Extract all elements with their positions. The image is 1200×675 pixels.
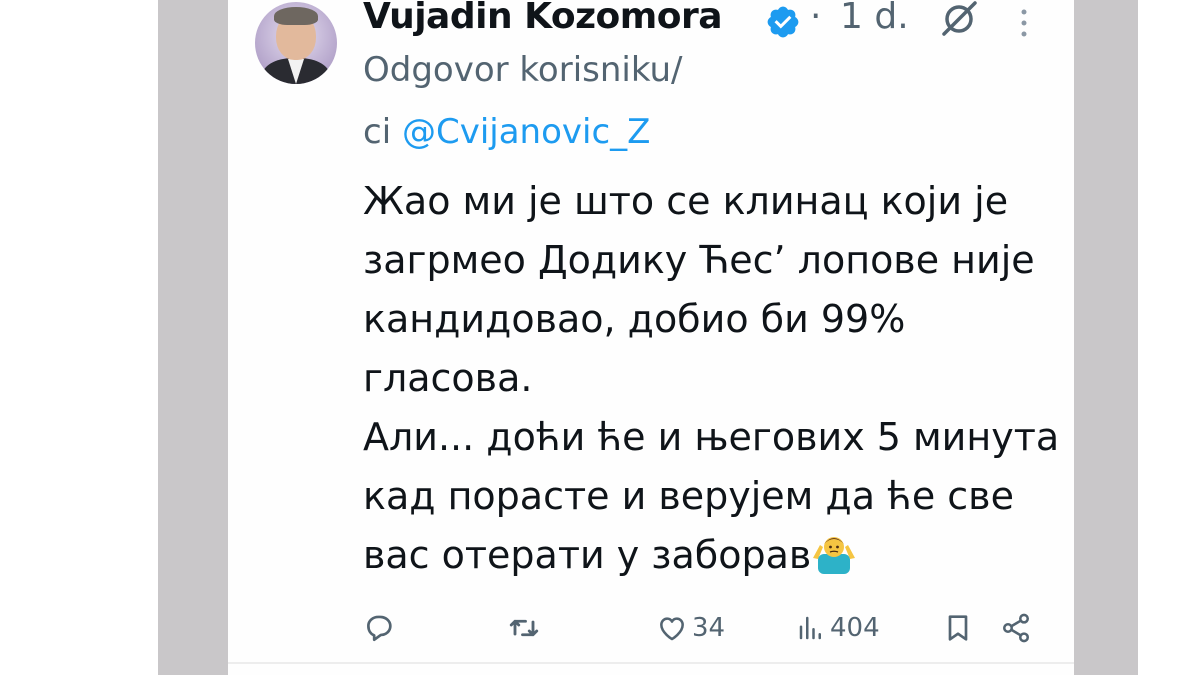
tweet-paragraph-1: Жао ми је што се клинац који је загрмео … bbox=[363, 179, 1035, 400]
reply-context-prefix: ci bbox=[363, 112, 392, 152]
separator-dot: · bbox=[810, 0, 822, 37]
views-count: 404 bbox=[830, 613, 880, 643]
reply-context-line-2: ci @Cvijanovic_Z bbox=[363, 112, 650, 152]
tweet-action-bar: 34 404 bbox=[228, 606, 1074, 650]
views-icon bbox=[799, 616, 821, 640]
tweet-paragraph-2: Али... доћи ће и његових 5 минута кад по… bbox=[363, 408, 1063, 585]
left-gray-margin bbox=[158, 0, 228, 675]
reply-context-line-1: Odgovor korisniku/ bbox=[363, 50, 683, 90]
tweet-timestamp[interactable]: 1 d. bbox=[840, 0, 909, 37]
reply-mention-link[interactable]: @Cvijanovic_Z bbox=[402, 112, 651, 152]
heart-icon bbox=[660, 617, 684, 641]
grok-icon[interactable] bbox=[940, 0, 978, 38]
reply-icon bbox=[367, 615, 392, 642]
like-button[interactable]: 34 bbox=[656, 606, 725, 650]
bookmark-button[interactable] bbox=[942, 606, 974, 650]
man-shrugging-emoji-icon bbox=[811, 532, 857, 574]
reply-button[interactable] bbox=[362, 606, 396, 650]
avatar[interactable] bbox=[255, 2, 337, 84]
tweet-card[interactable]: Vujadin Kozomora · 1 d. Odgovor korisnik… bbox=[228, 0, 1074, 675]
bookmark-icon bbox=[948, 615, 968, 641]
views-button[interactable]: 404 bbox=[796, 606, 880, 650]
more-options-icon[interactable] bbox=[1018, 8, 1030, 38]
verified-badge-icon bbox=[767, 6, 799, 38]
share-button[interactable] bbox=[1000, 606, 1032, 650]
divider bbox=[228, 662, 1074, 664]
author-name[interactable]: Vujadin Kozomora bbox=[363, 0, 723, 37]
retweet-icon bbox=[509, 619, 539, 637]
right-gray-margin bbox=[1074, 0, 1138, 675]
share-icon bbox=[1003, 613, 1029, 643]
like-count: 34 bbox=[692, 613, 726, 643]
tweet-paragraph-2-text: Али... доћи ће и његових 5 минута кад по… bbox=[363, 415, 1060, 577]
retweet-button[interactable] bbox=[506, 606, 542, 650]
tweet-text: Жао ми је што се клинац који је загрмео … bbox=[363, 172, 1063, 585]
